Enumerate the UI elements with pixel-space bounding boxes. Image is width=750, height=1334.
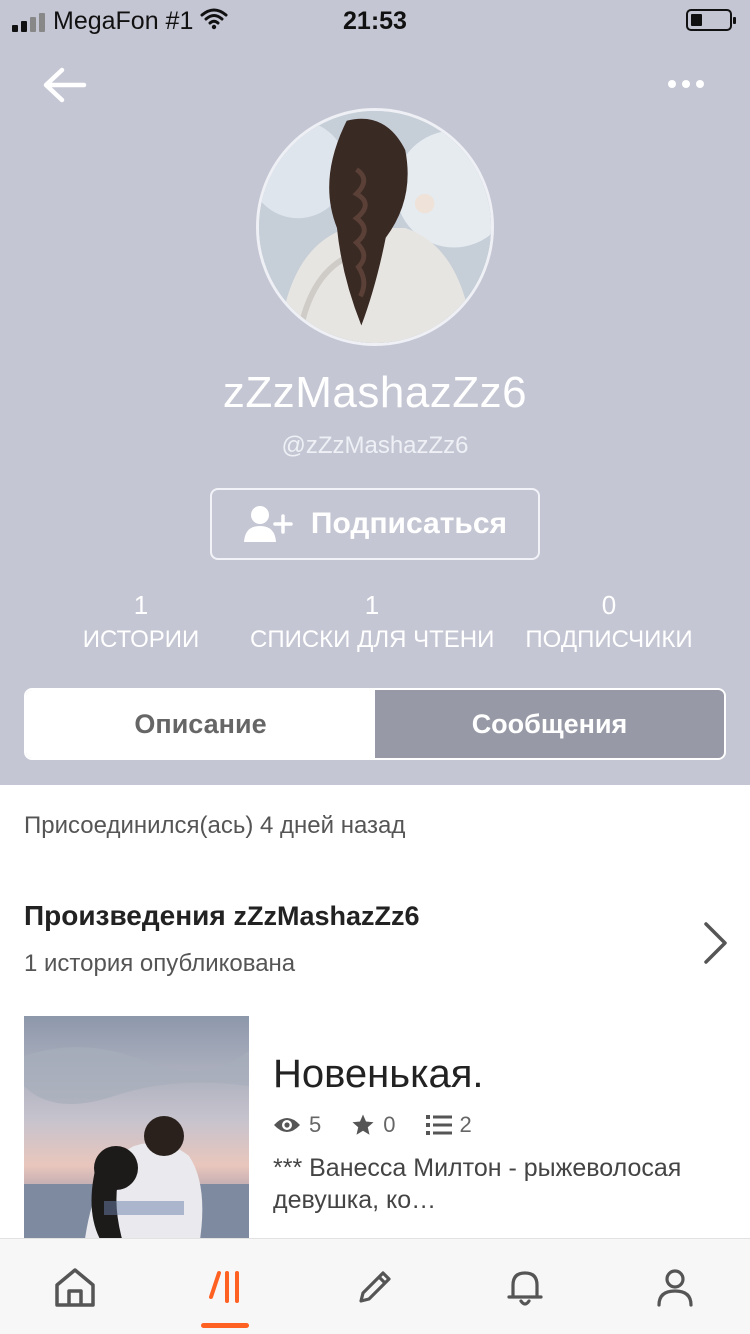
stat-label: ПОДПИСЧИКИ — [525, 626, 693, 653]
profile-header: MegaFon #1 21:53 zZzMashazZz6 @zZzMashaz… — [0, 0, 750, 785]
avatar-photo — [259, 111, 491, 343]
nav-notifications[interactable] — [450, 1239, 600, 1334]
ellipsis-icon — [668, 80, 676, 88]
follow-label: Подписаться — [310, 507, 508, 540]
profile-tabs: Описание Сообщения — [24, 688, 726, 760]
story-description: *** Ванесса Милтон - рыжеволосая девушка… — [273, 1154, 682, 1214]
story-title: Новенькая. — [273, 1052, 484, 1096]
nav-home[interactable] — [0, 1239, 150, 1334]
person-icon — [657, 1268, 693, 1307]
story-votes: 0 — [351, 1112, 396, 1138]
joined-date: Присоединился(ась) 4 дней назад — [24, 812, 406, 839]
stat-value: 1 — [133, 590, 149, 620]
stat-reading-lists[interactable]: 1 СПИСКИ ДЛЯ ЧТЕНИЯ — [250, 590, 494, 660]
star-icon — [352, 1114, 374, 1135]
nav-library[interactable] — [150, 1239, 300, 1334]
display-name: zZzMashazZz6 — [222, 368, 528, 417]
status-time: 21:53 — [343, 7, 407, 35]
follow-button[interactable]: Подписаться — [210, 488, 540, 560]
chevron-right-icon[interactable] — [700, 920, 730, 966]
wattpad-logo-icon — [209, 1270, 239, 1303]
works-heading-user: zZzMashazZz6 — [233, 901, 420, 931]
story-meta: 5 0 2 — [273, 1112, 502, 1138]
story-parts: 2 — [425, 1112, 472, 1138]
avatar[interactable] — [256, 108, 494, 346]
parts-count: 2 — [459, 1112, 472, 1137]
back-button[interactable] — [40, 60, 90, 110]
pencil-icon — [359, 1270, 391, 1303]
stat-stories[interactable]: 1 ИСТОРИИ — [16, 590, 266, 660]
works-heading[interactable]: Произведения zZzMashazZz6 — [24, 900, 420, 932]
add-user-icon — [243, 506, 293, 542]
story-cover[interactable] — [24, 1016, 249, 1246]
list-icon — [425, 1115, 452, 1135]
story-card[interactable]: Новенькая. 5 0 2 *** Ванесса Милтон - ры… — [24, 1016, 726, 1246]
works-heading-prefix: Произведения — [24, 900, 226, 931]
arrow-left-icon — [43, 67, 87, 103]
battery-icon — [686, 9, 736, 31]
views-count: 5 — [309, 1112, 322, 1137]
stat-label: ИСТОРИИ — [82, 626, 200, 653]
status-bar: MegaFon #1 21:53 — [0, 0, 750, 42]
stat-followers[interactable]: 0 ПОДПИСЧИКИ — [484, 590, 734, 660]
bell-icon — [507, 1270, 543, 1306]
stat-value: 1 — [364, 590, 380, 620]
story-views: 5 — [273, 1112, 321, 1138]
works-count: 1 история опубликована — [24, 950, 296, 977]
story-cover-image — [24, 1016, 249, 1246]
bottom-nav — [0, 1238, 750, 1334]
stat-value: 0 — [601, 590, 617, 620]
username: @zZzMashazZz6 — [281, 432, 469, 459]
eye-icon — [274, 1118, 300, 1132]
home-icon — [55, 1267, 95, 1307]
nav-profile[interactable] — [600, 1239, 750, 1334]
votes-count: 0 — [383, 1112, 396, 1137]
active-tab-indicator — [201, 1323, 249, 1328]
more-options-button[interactable] — [660, 66, 712, 102]
nav-write[interactable] — [300, 1239, 450, 1334]
tab-messages[interactable]: Сообщения — [375, 690, 724, 758]
stat-label: СПИСКИ ДЛЯ ЧТЕНИЯ — [250, 626, 494, 653]
tab-about[interactable]: Описание — [26, 690, 375, 758]
